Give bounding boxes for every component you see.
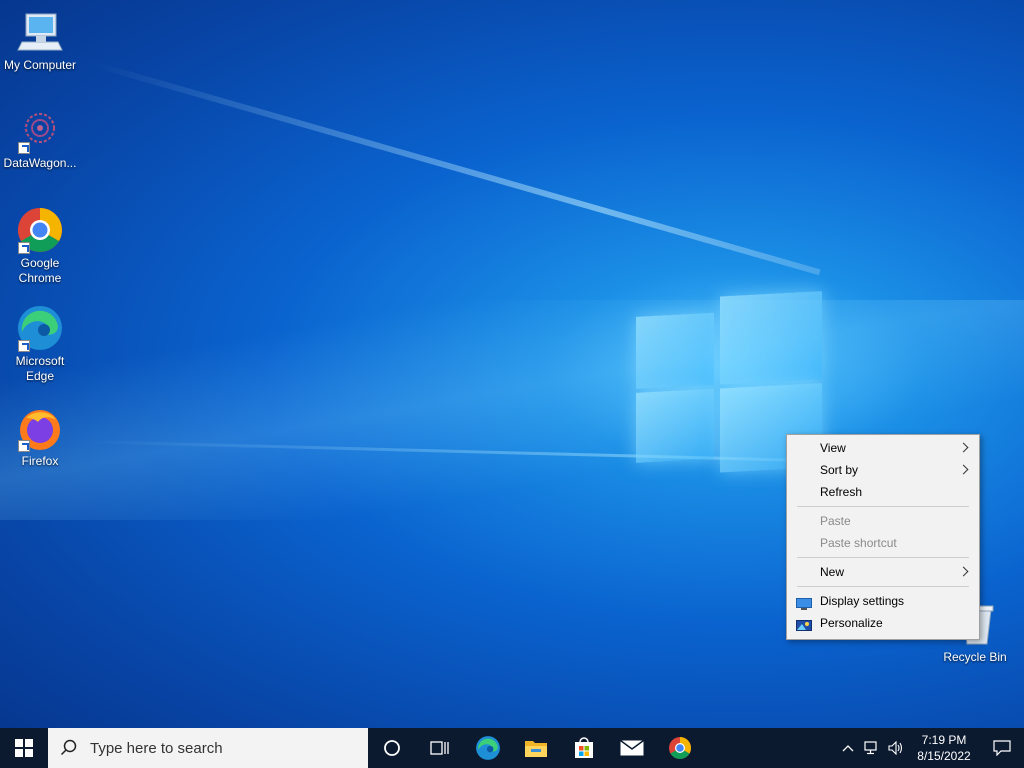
network-button[interactable] xyxy=(860,728,884,768)
menu-item-label: Paste xyxy=(820,514,851,528)
chevron-right-icon xyxy=(958,442,969,453)
taskbar-edge-button[interactable] xyxy=(464,728,512,768)
menu-item-label: Paste shortcut xyxy=(820,536,897,550)
chrome-icon xyxy=(669,737,691,759)
desktop-icon-microsoft-edge[interactable]: Microsoft Edge xyxy=(0,304,80,384)
desktop-icon-label: Recycle Bin xyxy=(943,650,1007,664)
desktop-icon-label: My Computer xyxy=(3,58,77,72)
clock-date: 8/15/2022 xyxy=(917,749,971,763)
menu-item-refresh[interactable]: Refresh xyxy=(787,481,979,503)
shortcut-arrow-icon xyxy=(18,242,30,254)
chrome-icon xyxy=(16,206,64,254)
speaker-icon xyxy=(888,741,903,755)
desktop-icon-label: Microsoft Edge xyxy=(15,354,65,383)
datawagon-icon xyxy=(16,106,64,154)
cortana-button[interactable] xyxy=(368,728,416,768)
menu-item-sort-by[interactable]: Sort by xyxy=(787,459,979,481)
mail-icon xyxy=(620,740,644,756)
display-icon xyxy=(796,595,812,610)
menu-separator xyxy=(797,506,969,507)
edge-icon xyxy=(476,736,500,760)
menu-item-label: Refresh xyxy=(820,485,863,499)
taskbar-mail-button[interactable] xyxy=(608,728,656,768)
start-button[interactable] xyxy=(0,728,48,768)
menu-item-new[interactable]: New xyxy=(787,561,979,583)
system-tray: 7:19 PM 8/15/2022 xyxy=(836,728,1024,768)
shortcut-arrow-icon xyxy=(18,440,30,452)
taskbar-store-button[interactable] xyxy=(560,728,608,768)
desktop-icon-my-computer[interactable]: My Computer xyxy=(0,8,80,73)
search-icon xyxy=(60,739,77,756)
search-placeholder: Type here to search xyxy=(90,739,223,757)
menu-item-label: View xyxy=(820,441,846,455)
desktop-icon-datawagon[interactable]: DataWagon... xyxy=(0,106,80,171)
desktop-icon-google-chrome[interactable]: Google Chrome xyxy=(0,206,80,286)
task-view-icon xyxy=(430,741,449,755)
menu-item-paste: Paste xyxy=(787,510,979,532)
desktop-icon-firefox[interactable]: Firefox xyxy=(0,404,80,469)
desktop-icon-label: DataWagon... xyxy=(3,156,77,170)
notification-icon xyxy=(993,740,1011,756)
file-explorer-icon xyxy=(525,741,547,757)
menu-item-view[interactable]: View xyxy=(787,437,979,459)
cortana-icon xyxy=(384,740,400,756)
taskbar-search-box[interactable]: Type here to search xyxy=(48,728,368,768)
menu-item-label: Personalize xyxy=(820,616,883,630)
show-hidden-icons-button[interactable] xyxy=(836,728,860,768)
shortcut-arrow-icon xyxy=(18,340,30,352)
menu-item-paste-shortcut: Paste shortcut xyxy=(787,532,979,554)
chevron-up-icon xyxy=(842,745,854,752)
store-icon xyxy=(575,737,593,758)
desktop-context-menu: View Sort by Refresh Paste Paste shortcu… xyxy=(786,434,980,640)
wallpaper-light-beam xyxy=(88,60,821,276)
firefox-icon xyxy=(16,404,64,452)
action-center-button[interactable] xyxy=(980,728,1024,768)
chevron-right-icon xyxy=(958,464,969,475)
menu-separator xyxy=(797,586,969,587)
taskbar-chrome-button[interactable] xyxy=(656,728,704,768)
menu-item-display-settings[interactable]: Display settings xyxy=(787,590,979,612)
desktop-icon-label: Firefox xyxy=(21,454,59,468)
menu-item-label: New xyxy=(820,565,845,579)
taskbar: Type here to search 7:19 PM 8/15/2022 xyxy=(0,728,1024,768)
personalize-icon xyxy=(796,617,812,631)
clock-time: 7:19 PM xyxy=(921,733,967,747)
windows-start-icon xyxy=(15,739,33,757)
menu-separator xyxy=(797,557,969,558)
menu-item-label: Sort by xyxy=(820,463,859,477)
network-icon xyxy=(864,741,877,755)
menu-item-personalize[interactable]: Personalize xyxy=(787,612,979,634)
computer-icon xyxy=(16,8,64,56)
task-view-button[interactable] xyxy=(416,728,464,768)
taskbar-file-explorer-button[interactable] xyxy=(512,728,560,768)
shortcut-arrow-icon xyxy=(18,142,30,154)
volume-button[interactable] xyxy=(884,728,908,768)
chevron-right-icon xyxy=(958,566,969,577)
edge-icon xyxy=(16,304,64,352)
menu-item-label: Display settings xyxy=(820,594,905,608)
desktop-icon-label: Google Chrome xyxy=(18,256,62,285)
taskbar-clock[interactable]: 7:19 PM 8/15/2022 xyxy=(908,732,980,764)
